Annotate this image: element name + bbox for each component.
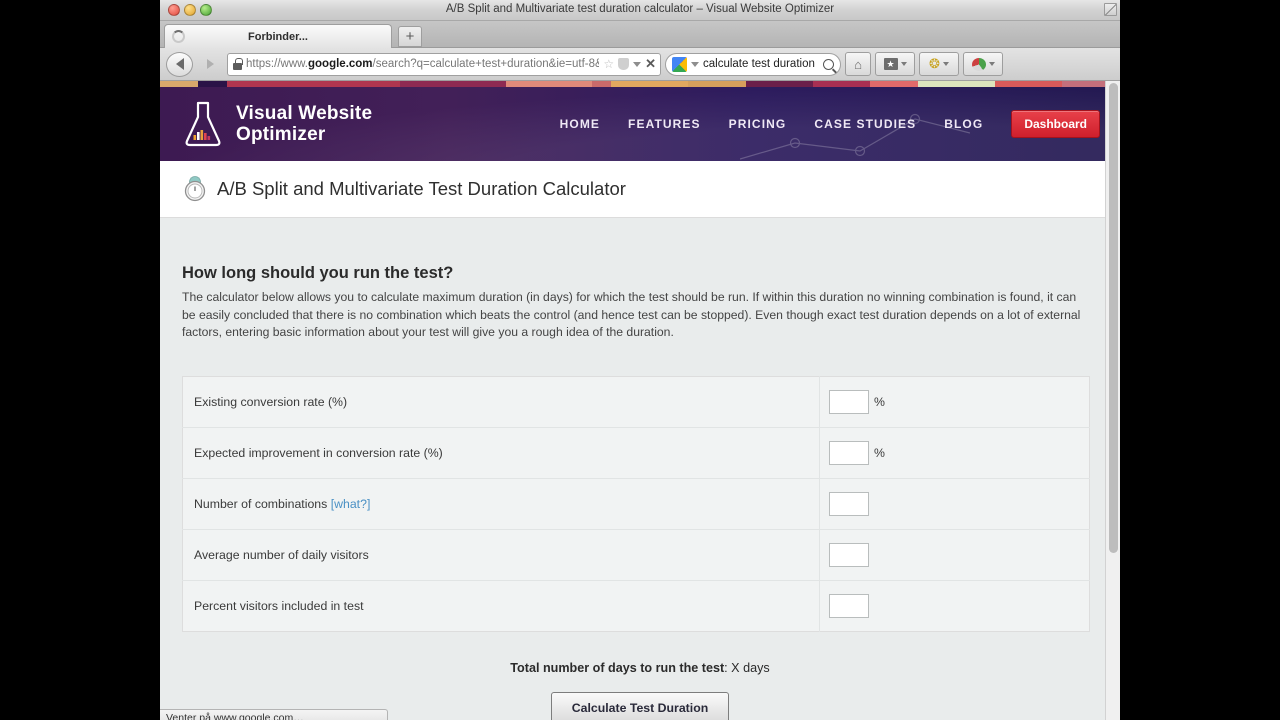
input-field-0[interactable] [829,389,869,414]
settings-button[interactable]: ❂ [919,52,959,76]
header-decoration-graphic [740,113,970,160]
input-field-3[interactable] [829,542,869,567]
flask-logo-icon [185,101,221,147]
loading-spinner-icon [172,30,185,43]
form-row-label: Expected improvement in conversion rate … [182,427,820,478]
browser-window: A/B Split and Multivariate test duration… [160,0,1120,720]
window-titlebar: A/B Split and Multivariate test duration… [160,0,1120,21]
input-field-4[interactable] [829,593,869,618]
table-row: Percent visitors included in test [182,580,1090,631]
form-row-field: % [820,376,1090,427]
status-bar: Venter på www.google.com… [160,709,388,720]
google-icon[interactable] [672,56,687,72]
nav-item-features[interactable]: FEATURES [628,117,701,131]
what-help-link[interactable]: what? [334,497,367,511]
calculate-test-duration-button[interactable]: Calculate Test Duration [550,691,730,720]
input-field-1[interactable] [829,440,869,465]
bracket-close: ] [366,496,371,511]
screen: A/B Split and Multivariate test duration… [0,0,1280,720]
chevron-down-icon[interactable] [633,61,642,67]
bookmark-icon: ★ [883,58,898,70]
site-logo[interactable]: Visual Website Optimizer [182,100,372,148]
table-row: Average number of daily visitors [182,529,1090,580]
page-scrollbar[interactable] [1105,81,1120,720]
calculator-rows: Existing conversion rate (%)% Expected im… [182,376,1090,631]
page-viewport: Visual Website Optimizer HOME FEATURES P… [160,81,1120,720]
page-title: A/B Split and Multivariate Test Duration… [217,178,626,199]
calculator-form-table: Existing conversion rate (%)% Expected im… [182,375,1090,632]
search-engine-chevron-icon[interactable] [691,61,699,67]
table-row: Number of combinations [what?] [182,478,1090,529]
dashboard-button[interactable]: Dashboard [1011,110,1100,138]
chevron-down-icon [988,62,995,66]
field-suffix: % [874,394,885,409]
home-icon: ⌂ [854,56,862,72]
section-heading: How long should you run the test? [182,264,454,282]
tab-label: Forbinder... [248,30,308,43]
search-box[interactable]: calculate test duration [665,52,841,76]
url-text: https://www.google.com/search?q=calculat… [246,58,599,70]
extension-icon [971,57,986,71]
brand-line-1: Visual Website [236,103,373,124]
chevron-left-icon [175,58,184,70]
bookmark-star-icon[interactable]: ☆ [603,57,614,71]
url-path: /search?q=calculate+test+duration&ie=utf… [372,58,600,70]
home-button[interactable]: ⌂ [845,52,871,76]
nav-item-home[interactable]: HOME [560,117,600,131]
search-icon[interactable] [823,58,834,70]
form-row-field: % [820,427,1090,478]
gear-icon: ❂ [929,56,940,71]
site-header: Visual Website Optimizer HOME FEATURES P… [160,87,1120,161]
result-label: Total number of days to run the test [510,660,725,675]
url-prefix: https://www. [246,58,308,70]
lock-icon [232,58,243,70]
address-bar-icons: ☆ ✕ [603,56,656,72]
brand-line-2: Optimizer [236,124,326,145]
shield-icon[interactable] [618,58,630,70]
input-field-2[interactable] [829,491,869,516]
form-row-label: Existing conversion rate (%) [182,376,820,427]
chevron-down-icon [942,62,949,66]
new-tab-button[interactable]: + [398,26,422,47]
form-row-label: Percent visitors included in test [182,580,820,631]
form-row-field [820,580,1090,631]
tab-bar: Forbinder... + [160,21,1120,48]
field-suffix: % [874,445,885,460]
brand-name: Visual Website Optimizer [236,103,372,145]
chevron-down-icon [900,62,907,66]
address-bar[interactable]: https://www.google.com/search?q=calculat… [227,52,661,76]
stopwatch-icon [184,176,206,202]
tab-active[interactable]: Forbinder... [164,24,392,48]
resize-grip-icon[interactable] [1104,3,1117,16]
url-domain: google.com [308,58,373,70]
browser-toolbar: https://www.google.com/search?q=calculat… [160,48,1120,81]
stop-loading-icon[interactable]: ✕ [645,56,656,72]
result-value: X days [731,660,770,675]
bookmarks-button[interactable]: ★ [875,52,915,76]
chevron-right-icon [206,59,214,69]
window-title: A/B Split and Multivariate test duration… [445,3,835,15]
form-row-label-text: Number of combinations [194,496,331,511]
back-button[interactable] [166,51,193,77]
form-row-label: Average number of daily visitors [182,529,820,580]
result-line: Total number of days to run the test: X … [182,661,1098,675]
scrollbar-thumb[interactable] [1109,83,1118,553]
forward-button[interactable] [197,52,223,76]
form-row-field [820,529,1090,580]
table-row: Expected improvement in conversion rate … [182,427,1090,478]
form-row-label: Number of combinations [what?] [182,478,820,529]
intro-paragraph: The calculator below allows you to calcu… [182,290,1081,339]
search-input[interactable]: calculate test duration [703,58,819,70]
page-content: How long should you run the test? The ca… [160,218,1120,720]
page-title-bar: A/B Split and Multivariate Test Duration… [160,161,1120,218]
form-row-field [820,478,1090,529]
table-row: Existing conversion rate (%)% [182,376,1090,427]
extension-button[interactable] [963,52,1003,76]
